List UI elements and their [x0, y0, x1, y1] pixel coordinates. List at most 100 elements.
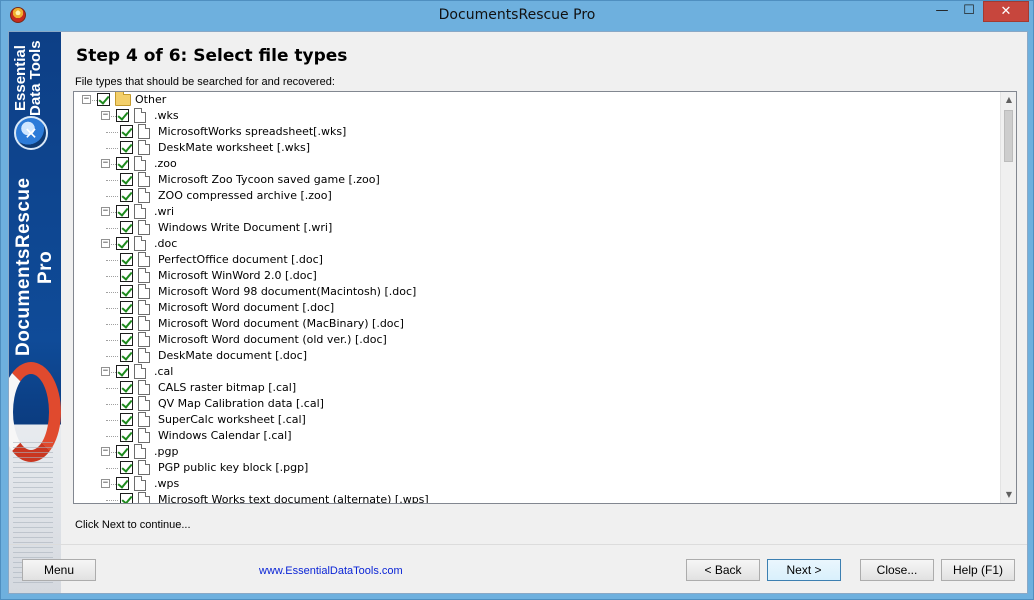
tree-checkbox[interactable] [116, 205, 129, 218]
tree-checkbox[interactable] [120, 125, 133, 138]
tree-node-file-type: Windows Write Document [.wri] [74, 220, 1002, 236]
file-icon [138, 348, 150, 363]
tree-checkbox[interactable] [120, 173, 133, 186]
file-icon [134, 476, 146, 491]
tree-checkbox[interactable] [120, 493, 133, 503]
tree-item-label: Microsoft Word document [.doc] [158, 301, 335, 314]
tree-node-file-type: Microsoft Word document (MacBinary) [.do… [74, 316, 1002, 332]
tree-item-label: ZOO compressed archive [.zoo] [158, 189, 332, 202]
tree-node-file-type: QV Map Calibration data [.cal] [74, 396, 1002, 412]
tree-node-file-type: CALS raster bitmap [.cal] [74, 380, 1002, 396]
tree-item-label: Microsoft Word 98 document(Macintosh) [.… [158, 285, 417, 298]
collapse-toggle-icon[interactable]: − [82, 95, 91, 104]
tree-node-file-type: DeskMate worksheet [.wks] [74, 140, 1002, 156]
tree-guide-line [106, 196, 118, 197]
close-window-button[interactable]: ✕ [983, 1, 1029, 22]
file-icon [138, 188, 150, 203]
scroll-thumb[interactable] [1004, 110, 1013, 162]
title-bar[interactable]: DocumentsRescue Pro — ☐ ✕ [1, 1, 1033, 31]
tree-checkbox[interactable] [120, 253, 133, 266]
tree-checkbox[interactable] [120, 221, 133, 234]
tree-checkbox[interactable] [120, 285, 133, 298]
file-icon [138, 332, 150, 347]
tree-node-file-type: Microsoft WinWord 2.0 [.doc] [74, 268, 1002, 284]
file-icon [138, 252, 150, 267]
tree-item-label: Other [135, 93, 167, 106]
tree-node-extension: − .doc [74, 236, 1002, 252]
step-title: Step 4 of 6: Select file types [76, 46, 348, 66]
tree-node-extension: − .wks [74, 108, 1002, 124]
tree-checkbox[interactable] [120, 333, 133, 346]
vertical-scrollbar[interactable]: ▲ ▼ [1000, 92, 1016, 503]
scroll-up-arrow-icon[interactable]: ▲ [1001, 92, 1016, 108]
tree-checkbox[interactable] [120, 413, 133, 426]
tree-item-label: .doc [154, 237, 178, 250]
tree-guide-line [106, 468, 118, 469]
collapse-toggle-icon[interactable]: − [101, 367, 110, 376]
tree-guide-line [106, 180, 118, 181]
tree-checkbox[interactable] [120, 301, 133, 314]
file-icon [138, 396, 150, 411]
tree-item-label: .wri [154, 205, 175, 218]
tree-checkbox[interactable] [120, 141, 133, 154]
minimize-button[interactable]: — [929, 1, 955, 22]
tree-item-label: PGP public key block [.pgp] [158, 461, 309, 474]
tree-checkbox[interactable] [120, 429, 133, 442]
tree-guide-line [106, 308, 118, 309]
website-link[interactable]: www.EssentialDataTools.com [259, 565, 403, 577]
file-icon [134, 108, 146, 123]
tree-item-label: .zoo [154, 157, 177, 170]
maximize-button[interactable]: ☐ [956, 1, 982, 22]
collapse-toggle-icon[interactable]: − [101, 111, 110, 120]
tree-guide-line [106, 500, 118, 501]
file-icon [138, 268, 150, 283]
collapse-toggle-icon[interactable]: − [101, 207, 110, 216]
collapse-toggle-icon[interactable]: − [101, 239, 110, 248]
tree-item-label: .wks [154, 109, 179, 122]
file-icon [138, 460, 150, 475]
tree-item-label: Windows Calendar [.cal] [158, 429, 292, 442]
tree-checkbox[interactable] [116, 237, 129, 250]
tree-checkbox[interactable] [120, 461, 133, 474]
tree-item-label: .wps [154, 477, 180, 490]
tree-checkbox[interactable] [97, 93, 110, 106]
file-icon [138, 124, 150, 139]
tree-checkbox[interactable] [120, 349, 133, 362]
tree-node-file-type: PGP public key block [.pgp] [74, 460, 1002, 476]
tree-checkbox[interactable] [116, 157, 129, 170]
tree-checkbox[interactable] [116, 365, 129, 378]
tree-checkbox[interactable] [116, 109, 129, 122]
collapse-toggle-icon[interactable]: − [101, 479, 110, 488]
tree-item-label: Windows Write Document [.wri] [158, 221, 333, 234]
tree-guide-line [106, 324, 118, 325]
menu-button[interactable]: Menu [22, 559, 96, 581]
tree-item-label: MicrosoftWorks spreadsheet[.wks] [158, 125, 347, 138]
tree-item-label: Microsoft WinWord 2.0 [.doc] [158, 269, 317, 282]
file-icon [138, 220, 150, 235]
tree-checkbox[interactable] [116, 445, 129, 458]
tree-checkbox[interactable] [116, 477, 129, 490]
tree-guide-line [106, 356, 118, 357]
back-button[interactable]: < Back [686, 559, 760, 581]
tree-node-file-type: DeskMate document [.doc] [74, 348, 1002, 364]
app-window: DocumentsRescue Pro — ☐ ✕ Essential Data… [0, 0, 1034, 600]
tree-node-file-type: SuperCalc worksheet [.cal] [74, 412, 1002, 428]
tree-checkbox[interactable] [120, 381, 133, 394]
file-icon [138, 412, 150, 427]
tree-checkbox[interactable] [120, 317, 133, 330]
file-type-tree[interactable]: − Other − .wks MicrosoftWorks spreadsheet[.w… [73, 91, 1017, 504]
tree-checkbox[interactable] [120, 269, 133, 282]
close-button[interactable]: Close... [860, 559, 934, 581]
tree-checkbox[interactable] [120, 397, 133, 410]
collapse-toggle-icon[interactable]: − [101, 447, 110, 456]
tree-guide-line [106, 340, 118, 341]
file-icon [138, 140, 150, 155]
help-button[interactable]: Help (F1) [941, 559, 1015, 581]
scroll-down-arrow-icon[interactable]: ▼ [1001, 487, 1016, 503]
tree-item-label: DeskMate document [.doc] [158, 349, 307, 362]
next-button[interactable]: Next > [767, 559, 841, 581]
collapse-toggle-icon[interactable]: − [101, 159, 110, 168]
tree-checkbox[interactable] [120, 189, 133, 202]
tree-node-file-type: Microsoft Word document [.doc] [74, 300, 1002, 316]
file-icon [138, 428, 150, 443]
